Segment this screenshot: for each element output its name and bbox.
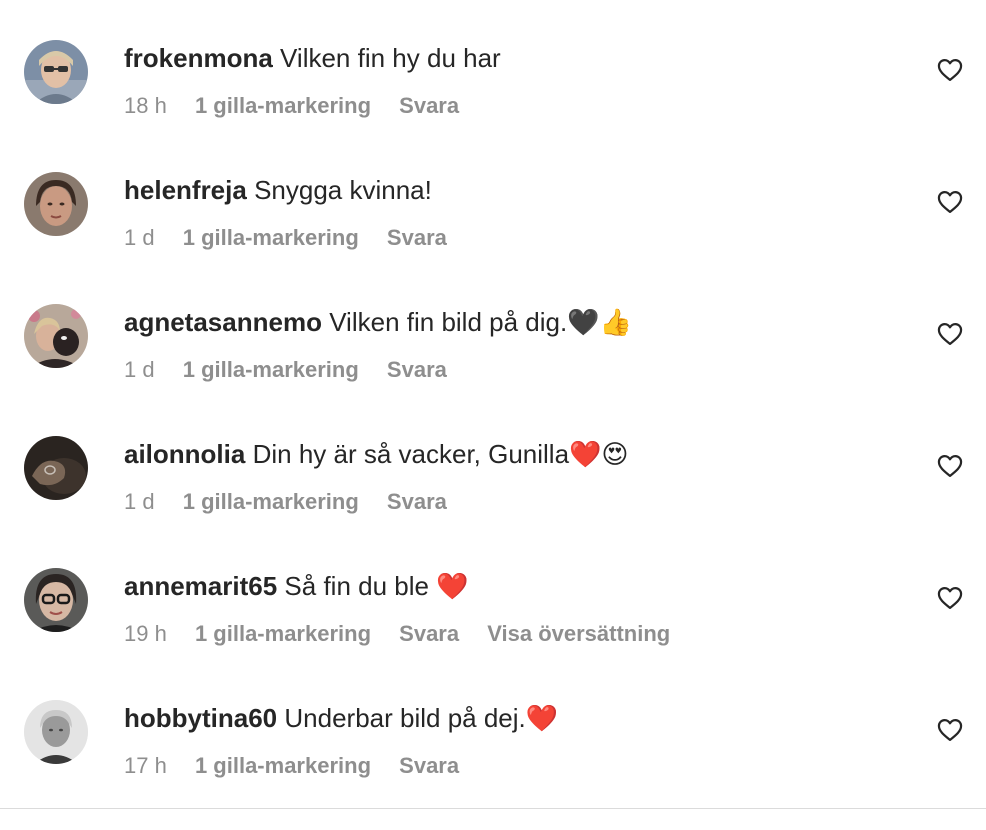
avatar-image [24, 700, 88, 764]
comment-username[interactable]: ailonnolia [124, 439, 245, 469]
avatar-image [24, 436, 88, 500]
like-button[interactable] [936, 716, 964, 744]
reply-button[interactable]: Svara [399, 93, 459, 118]
comment-username[interactable]: agnetasannemo [124, 307, 322, 337]
comment-meta: 1 d 1 gilla-markering Svara [124, 224, 469, 252]
comment-body: Din hy är så vacker, Gunilla❤️😍 [252, 439, 629, 469]
comment-text-line: agnetasannemo Vilken fin bild på dig.🖤👍 [124, 306, 632, 338]
avatar-image [24, 568, 88, 632]
divider [0, 808, 986, 809]
comment-username[interactable]: annemarit65 [124, 571, 277, 601]
comment-text-line: hobbytina60 Underbar bild på dej.❤️ [124, 702, 558, 734]
comment-meta: 1 d 1 gilla-markering Svara [124, 356, 469, 384]
comment-text-line: helenfreja Snygga kvinna! [124, 174, 432, 206]
reply-button[interactable]: Svara [399, 753, 459, 778]
comment-item: hobbytina60 Underbar bild på dej.❤️ 17 h… [0, 698, 986, 830]
comment-body: Vilken fin bild på dig.🖤👍 [329, 307, 632, 337]
reply-button[interactable]: Svara [399, 621, 459, 646]
comment-username[interactable]: hobbytina60 [124, 703, 277, 733]
heart-outline-icon [937, 322, 963, 346]
avatar[interactable] [24, 172, 88, 236]
comment-list: frokenmona Vilken fin hy du har 18 h 1 g… [0, 0, 986, 812]
heart-outline-icon [937, 454, 963, 478]
comment-body: Underbar bild på dej.❤️ [284, 703, 559, 733]
reply-button[interactable]: Svara [387, 489, 447, 514]
comment-item: annemarit65 Så fin du ble ❤️ 19 h 1 gill… [0, 566, 986, 698]
comment-item: helenfreja Snygga kvinna! 1 d 1 gilla-ma… [0, 170, 986, 302]
comment-meta: 18 h 1 gilla-markering Svara [124, 92, 481, 120]
comment-likes-count[interactable]: 1 gilla-markering [195, 621, 371, 646]
comment-username[interactable]: frokenmona [124, 43, 273, 73]
heart-outline-icon [937, 58, 963, 82]
comment-text-line: ailonnolia Din hy är så vacker, Gunilla❤… [124, 438, 629, 470]
avatar-image [24, 40, 88, 104]
avatar[interactable] [24, 700, 88, 764]
comment-meta: 1 d 1 gilla-markering Svara [124, 488, 469, 516]
comment-timestamp[interactable]: 1 d [124, 357, 155, 382]
avatar[interactable] [24, 304, 88, 368]
heart-outline-icon [937, 586, 963, 610]
avatar-image [24, 304, 88, 368]
comment-timestamp[interactable]: 18 h [124, 93, 167, 118]
comment-timestamp[interactable]: 1 d [124, 489, 155, 514]
like-button[interactable] [936, 584, 964, 612]
comment-meta: 19 h 1 gilla-markering Svara Visa översä… [124, 620, 692, 648]
reply-button[interactable]: Svara [387, 357, 447, 382]
comment-likes-count[interactable]: 1 gilla-markering [195, 753, 371, 778]
comment-likes-count[interactable]: 1 gilla-markering [183, 357, 359, 382]
comment-likes-count[interactable]: 1 gilla-markering [195, 93, 371, 118]
heart-outline-icon [937, 190, 963, 214]
comment-likes-count[interactable]: 1 gilla-markering [183, 489, 359, 514]
like-button[interactable] [936, 56, 964, 84]
comment-item: agnetasannemo Vilken fin bild på dig.🖤👍 … [0, 302, 986, 434]
comment-body: Så fin du ble ❤️ [284, 571, 469, 601]
comment-timestamp[interactable]: 1 d [124, 225, 155, 250]
comment-text-line: frokenmona Vilken fin hy du har [124, 42, 501, 74]
like-button[interactable] [936, 320, 964, 348]
comment-likes-count[interactable]: 1 gilla-markering [183, 225, 359, 250]
like-button[interactable] [936, 452, 964, 480]
reply-button[interactable]: Svara [387, 225, 447, 250]
comment-timestamp[interactable]: 17 h [124, 753, 167, 778]
comment-body: Snygga kvinna! [254, 175, 432, 205]
show-translation-button[interactable]: Visa översättning [487, 621, 670, 646]
comment-meta: 17 h 1 gilla-markering Svara [124, 752, 481, 780]
avatar[interactable] [24, 436, 88, 500]
avatar[interactable] [24, 568, 88, 632]
comment-item: frokenmona Vilken fin hy du har 18 h 1 g… [0, 38, 986, 170]
comment-username[interactable]: helenfreja [124, 175, 247, 205]
avatar-image [24, 172, 88, 236]
avatar[interactable] [24, 40, 88, 104]
comment-text-line: annemarit65 Så fin du ble ❤️ [124, 570, 469, 602]
comment-item: ailonnolia Din hy är så vacker, Gunilla❤… [0, 434, 986, 566]
comment-timestamp[interactable]: 19 h [124, 621, 167, 646]
like-button[interactable] [936, 188, 964, 216]
heart-outline-icon [937, 718, 963, 742]
comment-body: Vilken fin hy du har [280, 43, 501, 73]
